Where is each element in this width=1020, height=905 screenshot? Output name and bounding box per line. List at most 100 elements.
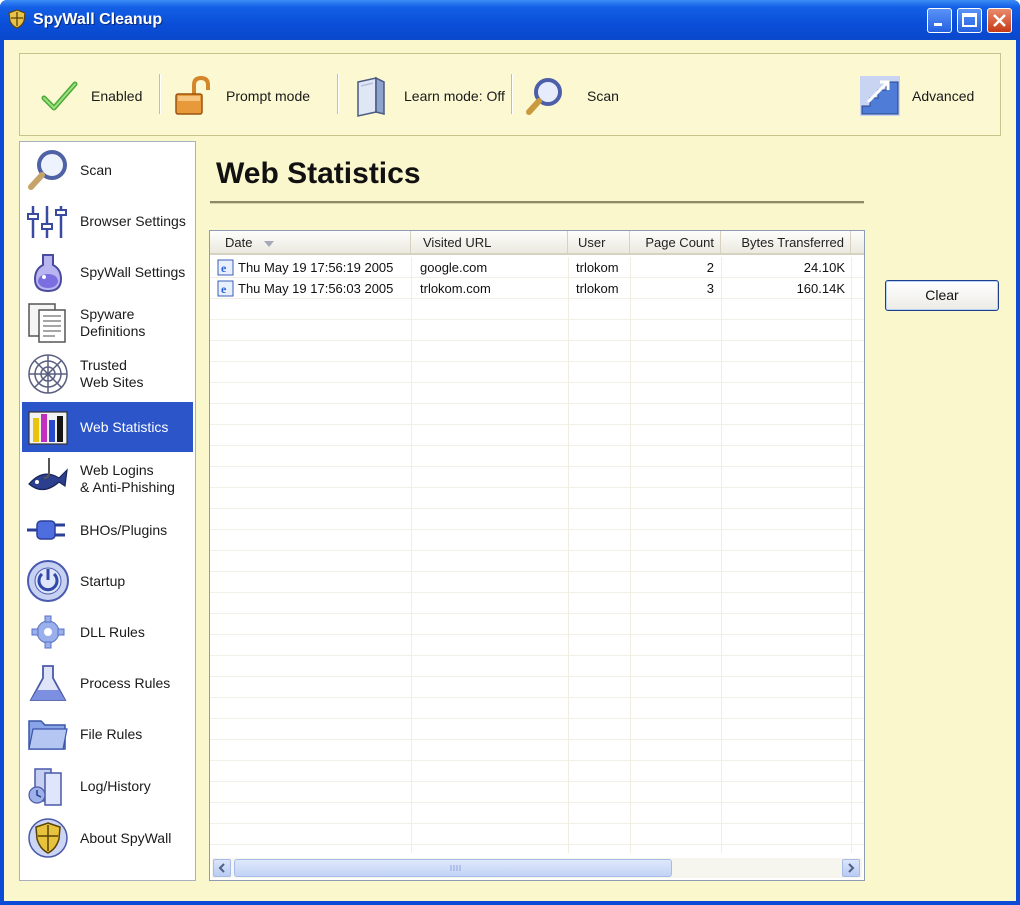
column-divider xyxy=(630,257,631,853)
table-row[interactable]: e Thu May 19 17:56:03 2005 trlokom.com t… xyxy=(210,278,864,299)
page-title: Web Statistics xyxy=(216,157,421,190)
date-cell: Thu May 19 17:56:03 2005 xyxy=(238,281,394,296)
sidebar-item-log-history[interactable]: Log/History xyxy=(22,761,193,811)
title-divider xyxy=(210,201,864,204)
chevron-left-icon xyxy=(218,863,225,873)
app-window: SpyWall Cleanup Enabled Prompt mode Lear… xyxy=(0,0,1020,905)
bar-chart-icon xyxy=(25,404,71,450)
sidebar-item-label: Log/History xyxy=(80,777,151,794)
column-header-url[interactable]: Visited URL xyxy=(411,231,568,253)
bytes-cell: 24.10K xyxy=(803,260,845,275)
column-divider xyxy=(411,257,412,853)
enabled-button[interactable]: Enabled xyxy=(37,74,142,118)
plug-icon xyxy=(25,507,71,553)
sidebar-item-browser-settings[interactable]: Browser Settings xyxy=(22,196,193,246)
client-area: Enabled Prompt mode Learn mode: Off Scan… xyxy=(4,40,1016,901)
column-header-user[interactable]: User xyxy=(568,231,630,253)
sidebar-item-label: SpyWall Settings xyxy=(80,263,186,280)
ie-page-icon: e xyxy=(217,259,234,276)
documents-icon xyxy=(25,300,71,346)
sidebar-item-bhos-plugins[interactable]: BHOs/Plugins xyxy=(22,505,193,555)
close-button[interactable] xyxy=(987,8,1012,33)
flask-icon xyxy=(25,660,71,706)
user-cell: trlokom xyxy=(576,281,619,296)
svg-text:e: e xyxy=(221,261,227,275)
page-count-cell: 3 xyxy=(706,281,714,296)
column-header-date[interactable]: Date xyxy=(210,231,411,253)
toolbar-separator xyxy=(337,74,339,114)
column-header-page-count[interactable]: Page Count xyxy=(630,231,721,253)
maximize-button[interactable] xyxy=(957,8,982,33)
svg-text:e: e xyxy=(221,282,227,296)
scroll-thumb[interactable] xyxy=(234,859,672,877)
column-divider xyxy=(851,257,852,853)
ie-page-icon: e xyxy=(217,280,234,297)
url-cell: trlokom.com xyxy=(420,281,491,296)
sliders-icon xyxy=(25,198,71,244)
sidebar-item-label: DLL Rules xyxy=(80,623,145,640)
web-icon xyxy=(25,351,71,397)
toolbar: Enabled Prompt mode Learn mode: Off Scan… xyxy=(19,53,1001,136)
chevron-right-icon xyxy=(848,863,855,873)
column-divider xyxy=(721,257,722,853)
stairs-arrow-icon xyxy=(858,74,902,118)
sidebar-item-label: Trusted Web Sites xyxy=(80,357,144,390)
enabled-label: Enabled xyxy=(91,88,143,104)
table-header: Date Visited URL User Page Count Bytes T… xyxy=(210,231,864,255)
advanced-button[interactable]: Advanced xyxy=(858,74,974,118)
toolbar-scan-button[interactable]: Scan xyxy=(523,74,619,118)
maximize-icon xyxy=(962,13,977,27)
unlocked-padlock-icon xyxy=(172,74,216,118)
sidebar-item-label: Browser Settings xyxy=(80,212,186,229)
minimize-icon xyxy=(934,23,942,26)
sidebar-item-spyware-definitions[interactable]: Spyware Definitions xyxy=(22,298,193,348)
scroll-right-button[interactable] xyxy=(842,859,860,877)
learn-mode-label: Learn mode: Off xyxy=(404,88,505,104)
sidebar-item-label: Process Rules xyxy=(80,674,171,691)
sidebar-item-spywall-settings[interactable]: SpyWall Settings xyxy=(22,247,193,297)
sidebar-item-startup[interactable]: Startup xyxy=(22,556,193,606)
magnifier-icon xyxy=(523,74,567,118)
date-cell: Thu May 19 17:56:19 2005 xyxy=(238,260,394,275)
sidebar-item-dll-rules[interactable]: DLL Rules xyxy=(22,607,193,657)
book-icon xyxy=(350,74,394,118)
sidebar: Scan Browser Settings SpyWall Settings S… xyxy=(19,141,196,881)
close-icon xyxy=(993,14,1006,27)
minimize-button[interactable] xyxy=(927,8,952,33)
bytes-cell: 160.14K xyxy=(796,281,845,296)
sidebar-item-label: File Rules xyxy=(80,725,143,742)
clear-button[interactable]: Clear xyxy=(885,280,999,311)
history-icon xyxy=(25,763,71,809)
power-icon xyxy=(25,558,71,604)
sidebar-item-web-logins[interactable]: Web Logins & Anti-Phishing xyxy=(22,454,193,504)
sidebar-item-about[interactable]: About SpyWall xyxy=(22,813,193,863)
checkmark-icon xyxy=(37,74,81,118)
title-bar[interactable]: SpyWall Cleanup xyxy=(0,0,1020,40)
column-header-bytes[interactable]: Bytes Transferred xyxy=(721,231,851,253)
fish-hook-icon xyxy=(25,456,71,502)
shield-icon xyxy=(8,9,26,29)
magnifier-icon xyxy=(25,147,71,193)
sidebar-item-scan[interactable]: Scan xyxy=(22,145,193,195)
prompt-mode-label: Prompt mode xyxy=(226,88,311,104)
gear-icon xyxy=(25,609,71,655)
sidebar-item-web-statistics[interactable]: Web Statistics xyxy=(22,402,193,452)
scroll-left-button[interactable] xyxy=(213,859,231,877)
sidebar-item-label: Scan xyxy=(80,161,112,178)
horizontal-scrollbar[interactable] xyxy=(212,858,862,878)
grip-icon xyxy=(450,865,461,871)
url-cell: google.com xyxy=(420,260,488,275)
column-divider xyxy=(568,257,569,853)
toolbar-scan-label: Scan xyxy=(587,88,619,104)
web-statistics-table[interactable]: Date Visited URL User Page Count Bytes T… xyxy=(209,230,865,881)
prompt-mode-button[interactable]: Prompt mode xyxy=(172,74,310,118)
sidebar-item-file-rules[interactable]: File Rules xyxy=(22,709,193,759)
sidebar-item-process-rules[interactable]: Process Rules xyxy=(22,658,193,708)
page-count-cell: 2 xyxy=(706,260,714,275)
sidebar-item-trusted-web-sites[interactable]: Trusted Web Sites xyxy=(22,349,193,399)
toolbar-separator xyxy=(159,74,161,114)
toolbar-separator xyxy=(511,74,513,114)
learn-mode-button[interactable]: Learn mode: Off xyxy=(350,74,505,118)
sort-descending-icon xyxy=(264,240,275,247)
table-row[interactable]: e Thu May 19 17:56:19 2005 google.com tr… xyxy=(210,257,864,278)
